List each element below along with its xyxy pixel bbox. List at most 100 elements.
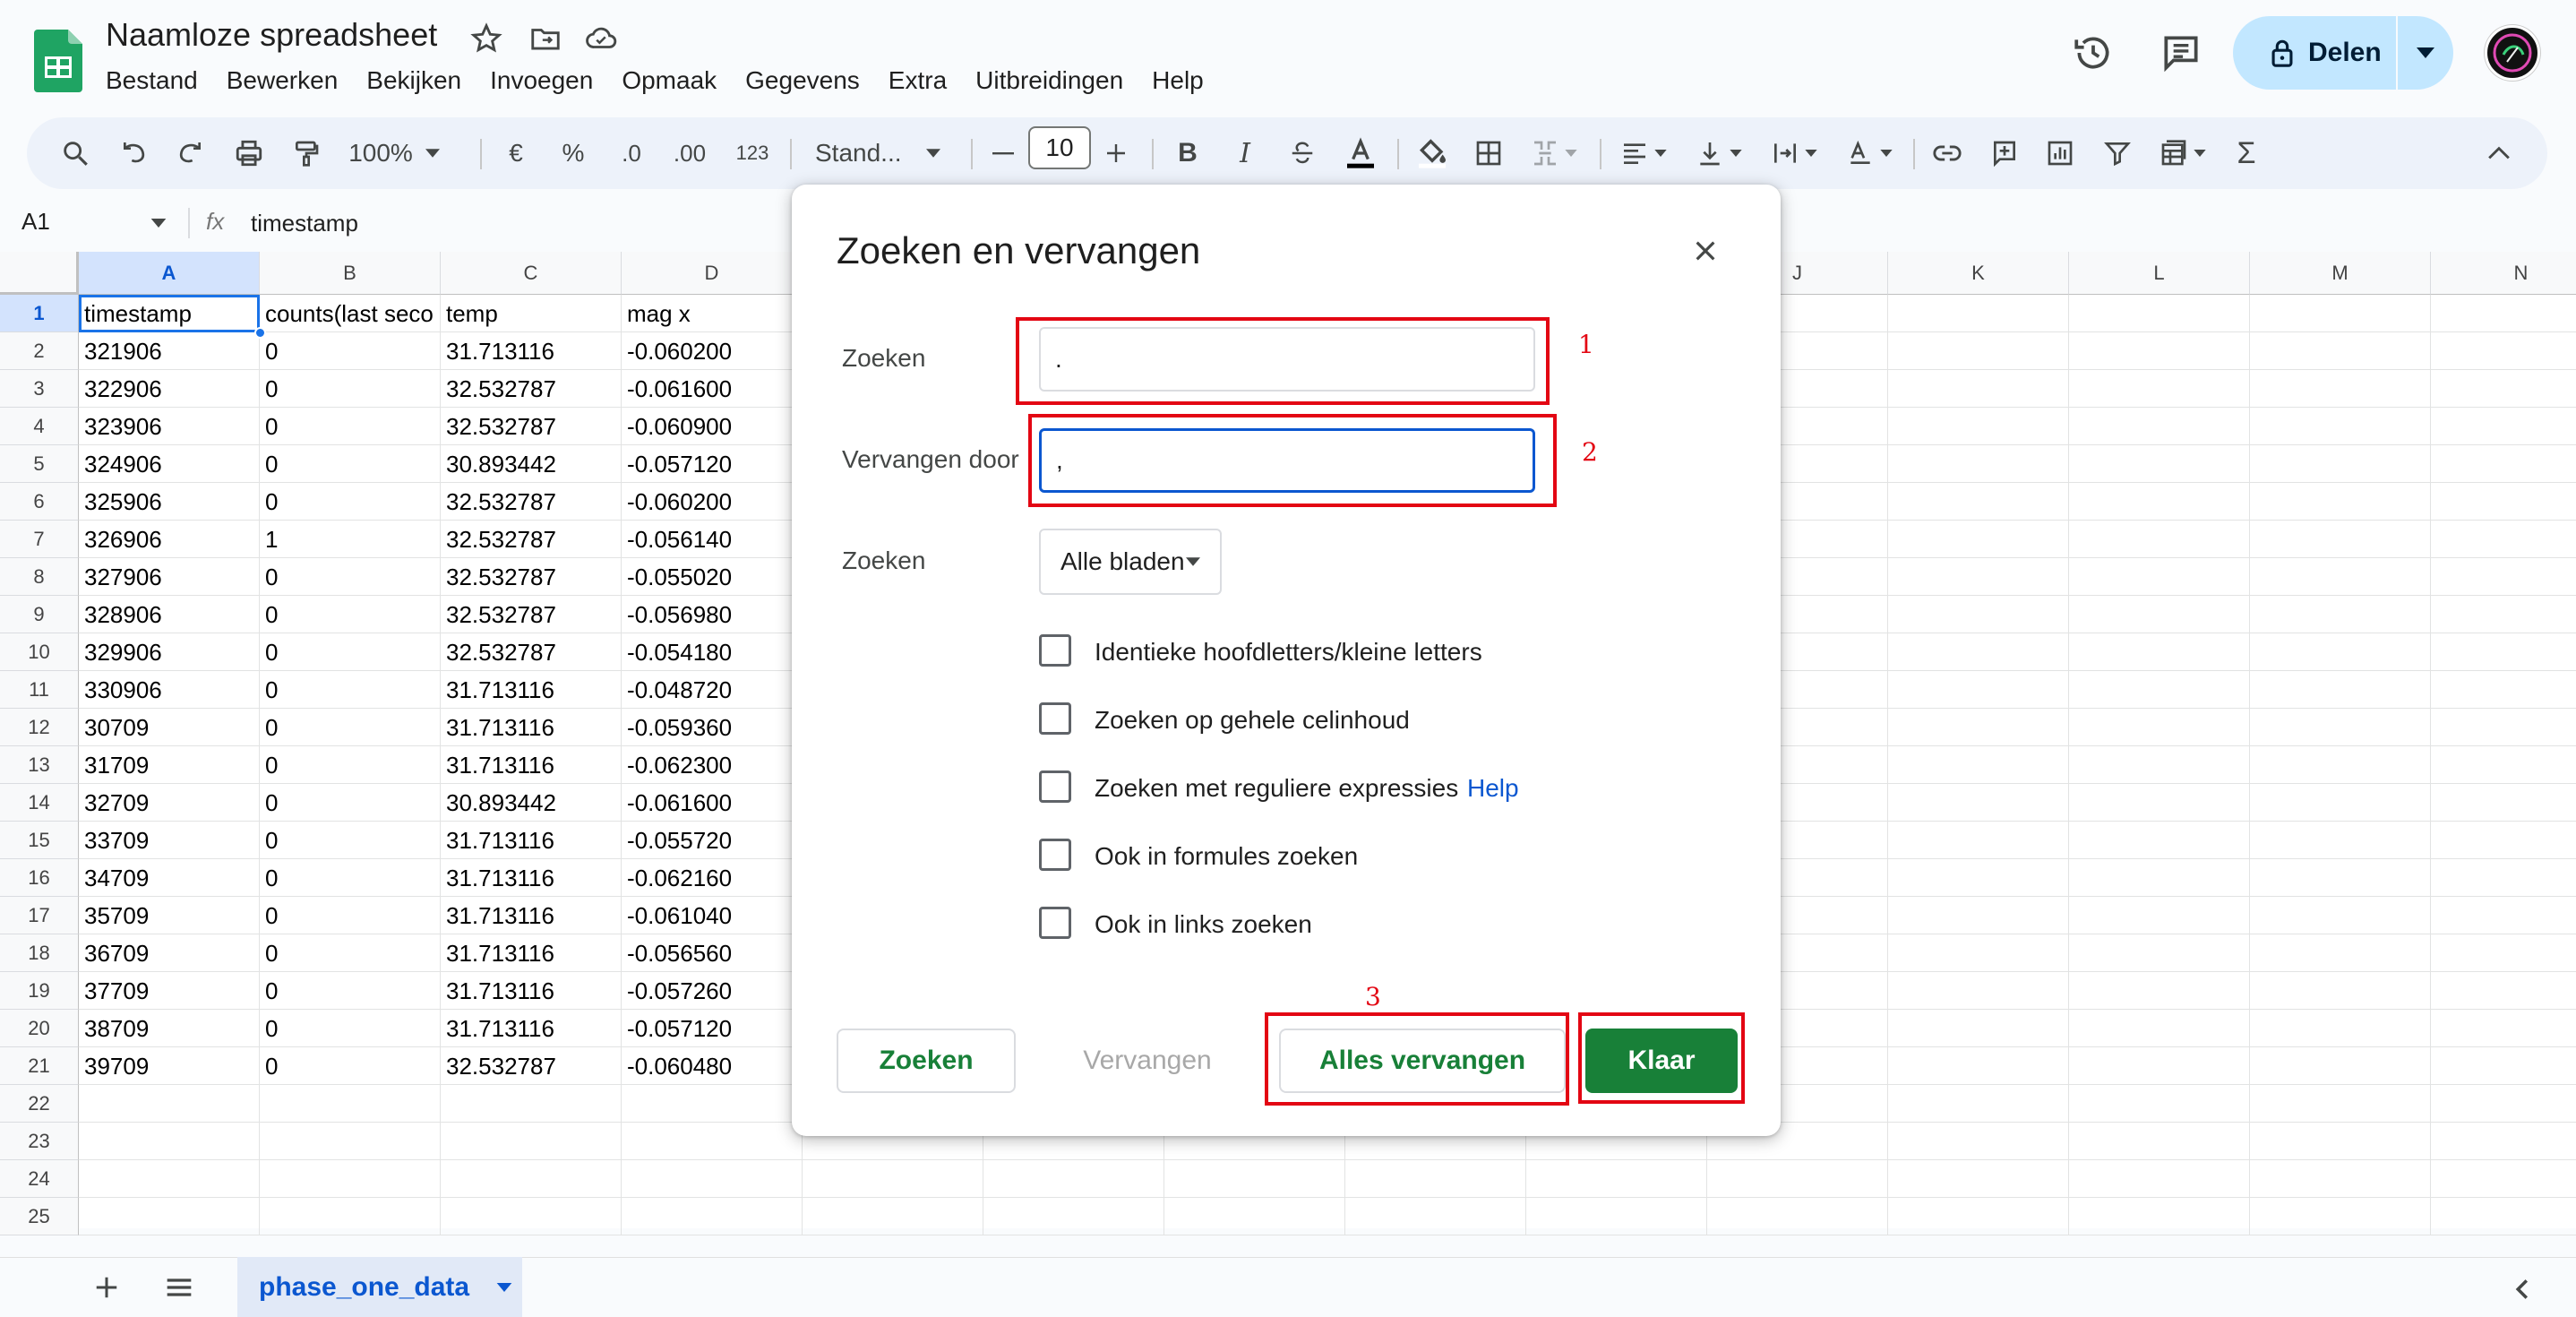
cell-d17[interactable]: -0.061040	[622, 897, 803, 934]
menu-uitbreidingen[interactable]: Uitbreidingen	[961, 63, 1138, 99]
paint-format-icon[interactable]	[285, 128, 328, 178]
cell-a13[interactable]: 31709	[79, 746, 260, 784]
cell-a14[interactable]: 32709	[79, 784, 260, 822]
cell-l4[interactable]	[2069, 408, 2250, 445]
insert-link-icon[interactable]	[1926, 128, 1969, 178]
cell-n18[interactable]	[2431, 934, 2576, 972]
cell-c11[interactable]: 31.713116	[441, 671, 622, 709]
functions-icon[interactable]: Σ	[2225, 128, 2268, 178]
cell-m9[interactable]	[2250, 596, 2431, 633]
cell-n13[interactable]	[2431, 746, 2576, 784]
cell-d18[interactable]: -0.056560	[622, 934, 803, 972]
cell-k17[interactable]	[1888, 897, 2069, 934]
row-header[interactable]: 17	[0, 897, 79, 934]
cell-j25[interactable]	[1707, 1198, 1888, 1235]
menu-help[interactable]: Help	[1138, 63, 1218, 99]
cell-d20[interactable]: -0.057120	[622, 1010, 803, 1047]
cell-d15[interactable]: -0.055720	[622, 822, 803, 859]
cell-a15[interactable]: 33709	[79, 822, 260, 859]
cell-a21[interactable]: 39709	[79, 1047, 260, 1085]
cell-h25[interactable]	[1345, 1198, 1526, 1235]
cell-n14[interactable]	[2431, 784, 2576, 822]
cell-d13[interactable]: -0.062300	[622, 746, 803, 784]
add-sheet-icon[interactable]	[93, 1274, 120, 1301]
row-header[interactable]: 13	[0, 746, 79, 784]
cell-b22[interactable]	[260, 1085, 441, 1123]
cell-d9[interactable]: -0.056980	[622, 596, 803, 633]
scope-select[interactable]: Alle bladen	[1039, 529, 1222, 595]
all-sheets-icon[interactable]	[165, 1276, 193, 1299]
cell-b2[interactable]: 0	[260, 332, 441, 370]
cell-k11[interactable]	[1888, 671, 2069, 709]
horizontal-align-icon[interactable]	[1612, 128, 1675, 178]
cell-l2[interactable]	[2069, 332, 2250, 370]
share-button[interactable]: Delen	[2233, 16, 2453, 90]
redo-icon[interactable]	[168, 128, 211, 178]
cell-k24[interactable]	[1888, 1160, 2069, 1198]
cell-a17[interactable]: 35709	[79, 897, 260, 934]
cell-b19[interactable]: 0	[260, 972, 441, 1010]
row-header[interactable]: 6	[0, 483, 79, 521]
cell-m21[interactable]	[2250, 1047, 2431, 1085]
fill-color-icon[interactable]	[1408, 128, 1456, 178]
cell-b7[interactable]: 1	[260, 521, 441, 558]
menu-gegevens[interactable]: Gegevens	[731, 63, 874, 99]
cell-a9[interactable]: 328906	[79, 596, 260, 633]
cell-n10[interactable]	[2431, 633, 2576, 671]
cell-l20[interactable]	[2069, 1010, 2250, 1047]
row-header[interactable]: 22	[0, 1085, 79, 1123]
cell-d23[interactable]	[622, 1123, 803, 1160]
cell-k10[interactable]	[1888, 633, 2069, 671]
cell-n4[interactable]	[2431, 408, 2576, 445]
cell-f25[interactable]	[983, 1198, 1164, 1235]
cell-n3[interactable]	[2431, 370, 2576, 408]
cell-c25[interactable]	[441, 1198, 622, 1235]
row-header[interactable]: 12	[0, 709, 79, 746]
cell-d5[interactable]: -0.057120	[622, 445, 803, 483]
close-icon[interactable]	[1691, 237, 1720, 265]
column-header-m[interactable]: M	[2250, 252, 2431, 295]
cell-k6[interactable]	[1888, 483, 2069, 521]
star-icon[interactable]	[469, 22, 503, 56]
cell-d19[interactable]: -0.057260	[622, 972, 803, 1010]
cell-k7[interactable]	[1888, 521, 2069, 558]
cell-a7[interactable]: 326906	[79, 521, 260, 558]
cell-m16[interactable]	[2250, 859, 2431, 897]
cell-l5[interactable]	[2069, 445, 2250, 483]
row-header[interactable]: 19	[0, 972, 79, 1010]
cell-d8[interactable]: -0.055020	[622, 558, 803, 596]
cell-c9[interactable]: 32.532787	[441, 596, 622, 633]
cell-m13[interactable]	[2250, 746, 2431, 784]
filter-icon[interactable]	[2096, 128, 2139, 178]
cell-k13[interactable]	[1888, 746, 2069, 784]
row-header[interactable]: 20	[0, 1010, 79, 1047]
row-header[interactable]: 11	[0, 671, 79, 709]
cell-c13[interactable]: 31.713116	[441, 746, 622, 784]
cell-c24[interactable]	[441, 1160, 622, 1198]
currency-format-button[interactable]: €	[496, 128, 536, 178]
menu-bekijken[interactable]: Bekijken	[352, 63, 476, 99]
zoom-select[interactable]: 100%	[340, 128, 448, 178]
cell-l17[interactable]	[2069, 897, 2250, 934]
cell-k9[interactable]	[1888, 596, 2069, 633]
cell-m3[interactable]	[2250, 370, 2431, 408]
cell-n20[interactable]	[2431, 1010, 2576, 1047]
cell-n11[interactable]	[2431, 671, 2576, 709]
cell-l21[interactable]	[2069, 1047, 2250, 1085]
cell-k12[interactable]	[1888, 709, 2069, 746]
column-header-a[interactable]: A	[79, 252, 260, 295]
cell-m19[interactable]	[2250, 972, 2431, 1010]
cell-l6[interactable]	[2069, 483, 2250, 521]
cell-g25[interactable]	[1164, 1198, 1345, 1235]
cell-m1[interactable]	[2250, 295, 2431, 332]
cell-k25[interactable]	[1888, 1198, 2069, 1235]
row-header[interactable]: 9	[0, 596, 79, 633]
cell-c21[interactable]: 32.532787	[441, 1047, 622, 1085]
cell-a16[interactable]: 34709	[79, 859, 260, 897]
cell-l23[interactable]	[2069, 1123, 2250, 1160]
menu-extra[interactable]: Extra	[874, 63, 961, 99]
cell-n16[interactable]	[2431, 859, 2576, 897]
row-header[interactable]: 14	[0, 784, 79, 822]
cell-a18[interactable]: 36709	[79, 934, 260, 972]
cell-d3[interactable]: -0.061600	[622, 370, 803, 408]
